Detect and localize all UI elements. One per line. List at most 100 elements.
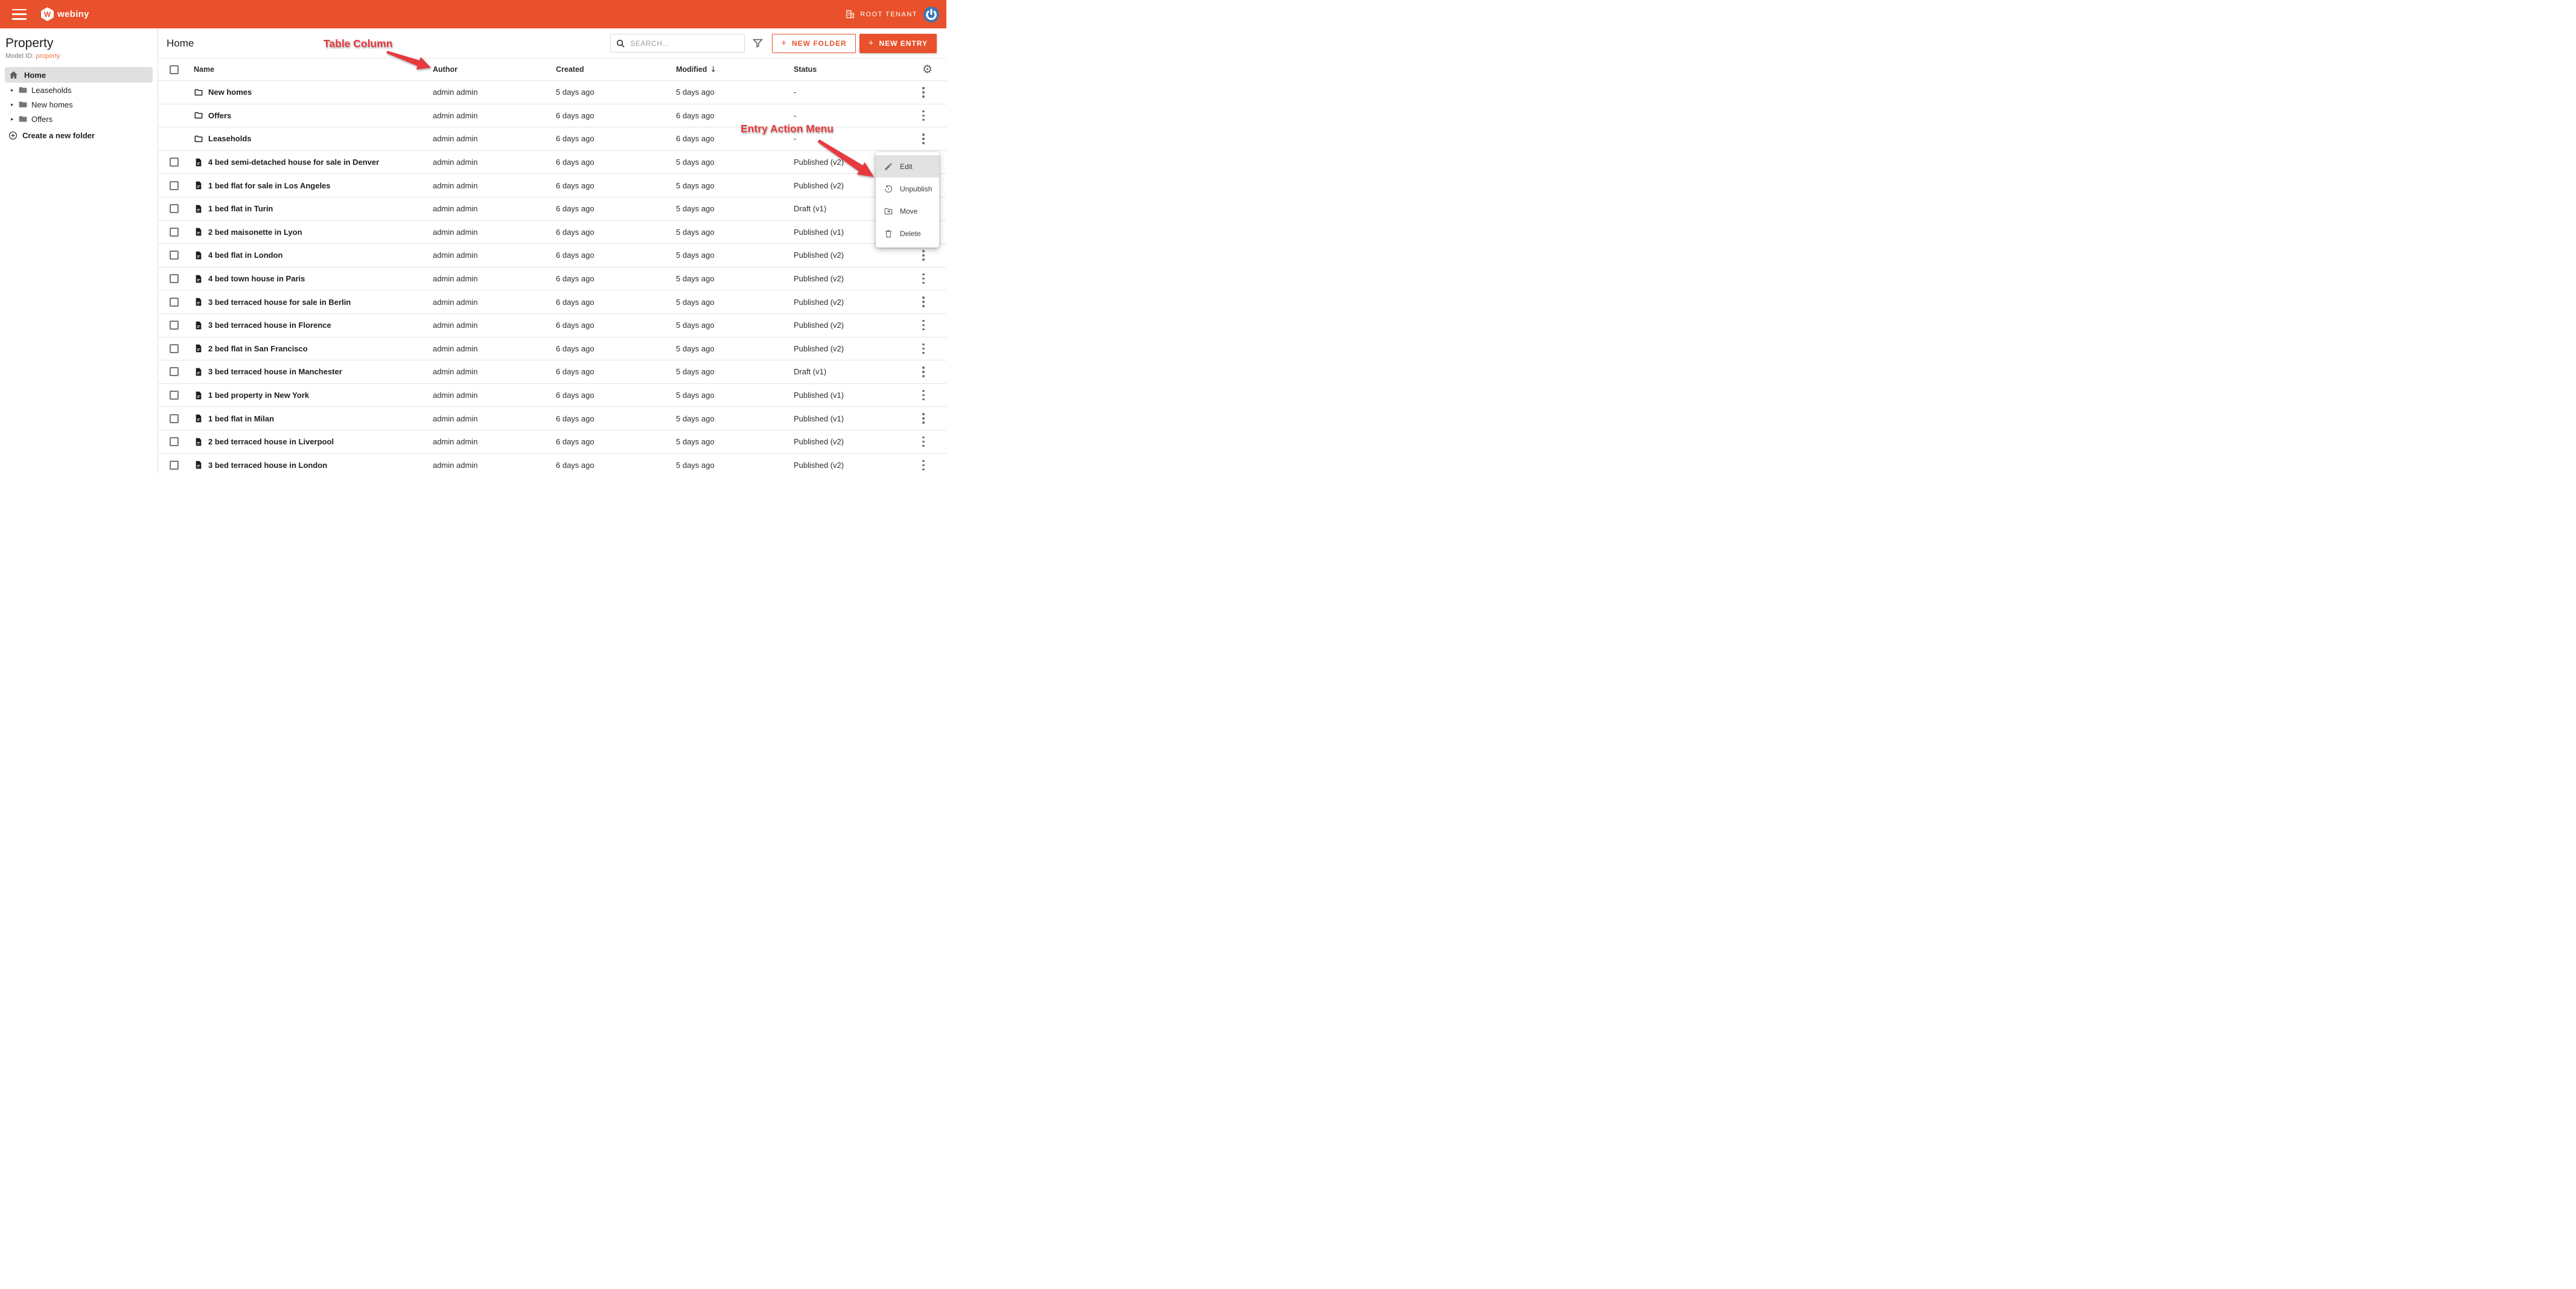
sidebar-folder-item[interactable]: ▸ New homes bbox=[0, 97, 158, 112]
tenant-selector[interactable]: ROOT TENANT bbox=[845, 9, 917, 19]
entry-name[interactable]: 4 bed town house in Paris bbox=[208, 274, 305, 283]
row-checkbox[interactable] bbox=[170, 344, 179, 353]
row-checkbox[interactable] bbox=[170, 158, 179, 167]
user-avatar[interactable] bbox=[923, 6, 939, 22]
column-header-created[interactable]: Created bbox=[556, 65, 676, 74]
table-row: New homes admin admin 5 days ago 5 days … bbox=[158, 81, 946, 104]
filter-icon[interactable] bbox=[752, 37, 764, 49]
new-entry-button[interactable]: + NEW ENTRY bbox=[859, 33, 937, 53]
menu-item-label: Move bbox=[900, 206, 918, 216]
row-checkbox[interactable] bbox=[170, 367, 179, 377]
new-entry-label: NEW ENTRY bbox=[879, 39, 928, 48]
row-actions-kebab-button[interactable] bbox=[919, 341, 928, 357]
entry-name[interactable]: 1 bed property in New York bbox=[208, 391, 309, 400]
sidebar: Property Model ID: property Home ▸ Leaseh… bbox=[0, 28, 158, 473]
row-checkbox[interactable] bbox=[170, 414, 179, 423]
modified-label: Modified bbox=[676, 65, 707, 74]
search-icon bbox=[616, 39, 625, 48]
chevron-right-icon[interactable]: ▸ bbox=[11, 101, 17, 108]
row-checkbox[interactable] bbox=[170, 321, 179, 330]
column-header-modified[interactable]: Modified ↓ bbox=[676, 65, 794, 74]
cell-modified: 5 days ago bbox=[676, 414, 715, 423]
row-actions-kebab-button[interactable] bbox=[919, 388, 928, 403]
create-new-folder-button[interactable]: Create a new folder bbox=[0, 131, 158, 140]
row-actions-kebab-button[interactable] bbox=[919, 411, 928, 426]
entry-name[interactable]: 3 bed terraced house in Manchester bbox=[208, 367, 342, 376]
chevron-right-icon[interactable]: ▸ bbox=[11, 87, 17, 94]
cell-created: 6 days ago bbox=[556, 158, 595, 167]
menu-item-delete[interactable]: Delete bbox=[876, 222, 939, 245]
entry-name[interactable]: 1 bed flat in Milan bbox=[208, 414, 274, 423]
plus-icon: + bbox=[781, 38, 787, 48]
menu-item-edit[interactable]: Edit bbox=[876, 155, 939, 178]
table-row: Offers admin admin 6 days ago 6 days ago… bbox=[158, 104, 946, 128]
row-checkbox[interactable] bbox=[170, 297, 179, 307]
row-actions-kebab-button[interactable] bbox=[919, 294, 928, 310]
table-row: 4 bed semi-detached house for sale in De… bbox=[158, 150, 946, 174]
cell-status: Published (v2) bbox=[794, 251, 844, 260]
chevron-right-icon[interactable]: ▸ bbox=[11, 116, 17, 123]
cell-created: 6 days ago bbox=[556, 227, 595, 237]
sidebar-folder-item[interactable]: ▸ Offers bbox=[0, 112, 158, 126]
folder-name[interactable]: Offers bbox=[208, 111, 231, 120]
folder-label: New homes bbox=[31, 100, 73, 109]
folder-name[interactable]: New homes bbox=[208, 88, 252, 97]
entry-name[interactable]: 2 bed flat in San Francisco bbox=[208, 344, 308, 353]
entry-action-menu: Edit Unpublish Move Delete bbox=[876, 152, 939, 248]
row-checkbox[interactable] bbox=[170, 437, 179, 447]
folder-name[interactable]: Leaseholds bbox=[208, 134, 252, 143]
entry-name[interactable]: 3 bed terraced house in Florence bbox=[208, 321, 331, 330]
row-checkbox[interactable] bbox=[170, 251, 179, 260]
row-actions-kebab-button[interactable] bbox=[919, 248, 928, 263]
row-actions-kebab-button[interactable] bbox=[919, 458, 928, 473]
entry-name[interactable]: 1 bed flat for sale in Los Angeles bbox=[208, 181, 331, 190]
entry-name[interactable]: 4 bed semi-detached house for sale in De… bbox=[208, 158, 379, 167]
cell-modified: 5 days ago bbox=[676, 460, 715, 470]
column-header-name[interactable]: Name bbox=[194, 65, 214, 74]
cell-author: admin admin bbox=[433, 88, 478, 97]
row-actions-kebab-button[interactable] bbox=[919, 108, 928, 124]
cell-status: Published (v1) bbox=[794, 414, 844, 423]
table-row: 2 bed terraced house in Liverpool admin … bbox=[158, 430, 946, 454]
sidebar-item-home[interactable]: Home bbox=[5, 67, 153, 83]
home-icon bbox=[8, 70, 19, 80]
entry-name[interactable]: 3 bed terraced house for sale in Berlin bbox=[208, 298, 351, 307]
entry-name[interactable]: 4 bed flat in London bbox=[208, 251, 283, 260]
row-actions-kebab-button[interactable] bbox=[919, 85, 928, 100]
entry-name[interactable]: 2 bed terraced house in Liverpool bbox=[208, 437, 334, 446]
menu-item-move[interactable]: Move bbox=[876, 200, 939, 222]
entry-name[interactable]: 3 bed terraced house in London bbox=[208, 461, 327, 470]
row-checkbox[interactable] bbox=[170, 460, 179, 470]
new-folder-button[interactable]: + NEW FOLDER bbox=[772, 33, 856, 53]
row-checkbox[interactable] bbox=[170, 181, 179, 190]
table-row: 2 bed flat in San Francisco admin admin … bbox=[158, 337, 946, 361]
row-checkbox[interactable] bbox=[170, 227, 179, 237]
cell-author: admin admin bbox=[433, 274, 478, 284]
hamburger-menu-icon[interactable] bbox=[12, 8, 27, 20]
entry-name[interactable]: 2 bed maisonette in Lyon bbox=[208, 228, 302, 237]
table-row: 4 bed flat in London admin admin 6 days … bbox=[158, 244, 946, 267]
row-checkbox[interactable] bbox=[170, 204, 179, 214]
cell-created: 6 days ago bbox=[556, 321, 595, 330]
column-header-author[interactable]: Author bbox=[433, 65, 556, 74]
cell-status: Published (v2) bbox=[794, 344, 844, 353]
menu-item-label: Delete bbox=[900, 229, 921, 238]
search-input[interactable] bbox=[630, 39, 740, 48]
row-checkbox[interactable] bbox=[170, 274, 179, 284]
row-actions-kebab-button[interactable] bbox=[919, 434, 928, 450]
topbar: W webiny ROOT TENANT bbox=[0, 0, 946, 28]
column-settings-gear-icon[interactable]: ⚙ bbox=[922, 63, 933, 75]
row-actions-kebab-button[interactable] bbox=[919, 364, 928, 380]
select-all-checkbox[interactable] bbox=[170, 65, 179, 74]
row-checkbox[interactable] bbox=[170, 391, 179, 400]
table-row: Leaseholds admin admin 6 days ago 6 days… bbox=[158, 127, 946, 151]
row-actions-kebab-button[interactable] bbox=[919, 271, 928, 287]
row-actions-kebab-button[interactable] bbox=[919, 131, 928, 147]
column-header-status[interactable]: Status bbox=[794, 65, 910, 74]
menu-item-unpublish[interactable]: Unpublish bbox=[876, 178, 939, 200]
row-actions-kebab-button[interactable] bbox=[919, 318, 928, 333]
sidebar-folder-item[interactable]: ▸ Leaseholds bbox=[0, 83, 158, 97]
entry-name[interactable]: 1 bed flat in Turin bbox=[208, 204, 273, 213]
model-id-value[interactable]: property bbox=[36, 53, 60, 60]
file-icon bbox=[194, 344, 203, 353]
